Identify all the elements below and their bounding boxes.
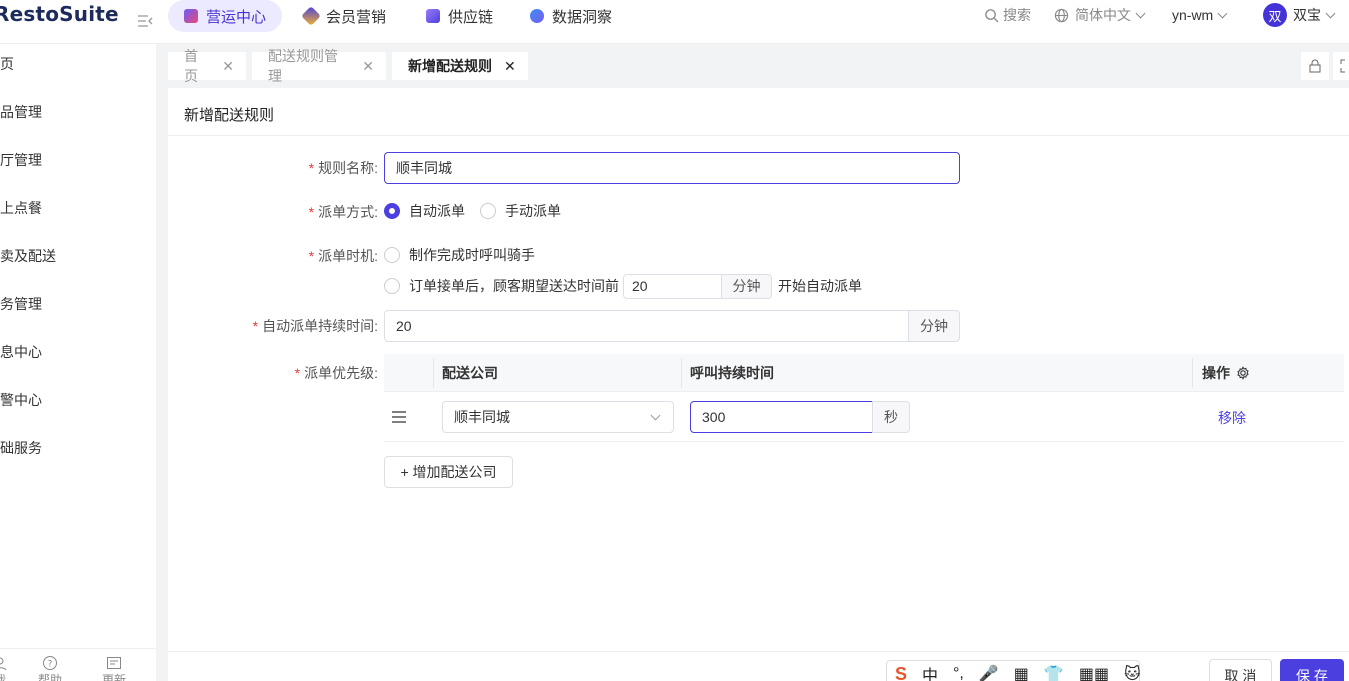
ime-mascot-icon[interactable]: 🐱: [1124, 664, 1141, 681]
top-bar: RestoSuite 营运中心 会员营销 供应链 数据洞察 搜索 简体中文 yn…: [0, 0, 1349, 44]
sidebar-item-basic-services[interactable]: 基础服务: [0, 438, 42, 458]
rule-name-label: * 规则名称:: [308, 160, 378, 176]
operations-icon: [184, 9, 198, 23]
sidebar-item-messages[interactable]: 消息中心: [0, 342, 42, 362]
chevron-down-icon: [1217, 8, 1228, 18]
search-icon: [985, 8, 999, 23]
page-title: 新增配送规则: [184, 107, 275, 124]
divider: [168, 135, 1349, 136]
priority-label: * 派单优先级:: [294, 365, 378, 381]
drag-handle-icon[interactable]: [391, 410, 407, 424]
radio-unchecked-icon: [384, 278, 400, 294]
column-separator: [681, 358, 682, 388]
remove-company-link[interactable]: 移除: [1218, 408, 1246, 428]
sidebar-item-alerts[interactable]: 预警中心: [0, 390, 42, 410]
user-menu[interactable]: 双 双宝: [1263, 0, 1336, 30]
column-header-company: 配送公司: [442, 365, 498, 381]
chevron-down-icon: [1135, 8, 1146, 18]
ime-toolbar: S 中 °, 🎤 ▦ 👕 ▦▦ 🐱: [886, 660, 1141, 681]
supply-chain-icon: [426, 9, 440, 23]
data-insight-icon: [530, 9, 544, 23]
update-button[interactable]: 更新: [102, 649, 126, 681]
form-footer: [168, 651, 1349, 681]
cancel-button[interactable]: 取 消: [1209, 659, 1272, 681]
user-icon: [0, 657, 7, 671]
help-icon: ?: [43, 656, 57, 670]
auto-duration-unit-addon: 分钟: [908, 310, 960, 342]
ime-keyboard-icon[interactable]: ▦: [1014, 664, 1029, 681]
rule-name-input[interactable]: 顺丰同城: [384, 152, 960, 184]
priority-table-header: 配送公司 呼叫持续时间 操作: [384, 354, 1344, 392]
close-icon[interactable]: ✕: [222, 58, 234, 75]
lock-icon: [1309, 59, 1321, 73]
radio-unchecked-icon: [384, 247, 400, 263]
user-button[interactable]: 我: [0, 649, 8, 681]
sidebar: 首页 商品管理 餐厅管理 线上点餐 外卖及配送 财务管理 消息中心 预警中心 基…: [0, 44, 156, 681]
ime-toolbox-icon[interactable]: ▦▦: [1079, 664, 1109, 681]
tab-home[interactable]: 首页 ✕: [168, 48, 246, 84]
search-button[interactable]: 搜索: [984, 0, 1031, 30]
globe-icon: [1054, 8, 1069, 22]
sidebar-item-restaurants[interactable]: 餐厅管理: [0, 150, 42, 170]
ime-skin-icon[interactable]: 👕: [1044, 664, 1064, 681]
auto-duration-label: * 自动派单持续时间:: [252, 318, 378, 334]
save-button[interactable]: 保 存: [1280, 659, 1344, 681]
ime-logo-icon[interactable]: S: [895, 664, 907, 681]
avatar: 双: [1263, 3, 1287, 27]
sidebar-item-delivery[interactable]: 外卖及配送: [0, 246, 56, 266]
radio-unchecked-icon: [480, 203, 496, 219]
sidebar-item-finance[interactable]: 财务管理: [0, 294, 42, 314]
sidebar-item-products[interactable]: 商品管理: [0, 102, 42, 122]
topnav-member-marketing[interactable]: 会员营销: [288, 0, 402, 32]
call-duration-unit-addon: 秒: [872, 401, 910, 433]
radio-manual-dispatch[interactable]: 手动派单: [480, 201, 561, 221]
svg-text:?: ?: [48, 660, 53, 670]
fullscreen-button[interactable]: [1333, 52, 1349, 80]
column-separator: [433, 358, 434, 388]
timing-unit-addon: 分钟: [721, 274, 772, 299]
chevron-down-icon: [1325, 8, 1336, 18]
radio-timing-before-expected[interactable]: 订单接单后，顾客期望送达时间前: [384, 276, 619, 296]
table-row: 顺丰同城 300 秒 移除: [384, 392, 1344, 442]
collapse-menu-icon[interactable]: [137, 13, 153, 29]
radio-auto-dispatch[interactable]: 自动派单: [384, 201, 465, 221]
language-selector[interactable]: 简体中文: [1054, 0, 1146, 30]
topnav-data-insight[interactable]: 数据洞察: [514, 0, 628, 32]
dispatch-timing-label: * 派单时机:: [308, 248, 378, 264]
app-logo[interactable]: RestoSuite: [0, 2, 119, 26]
fullscreen-icon: [1340, 59, 1349, 73]
topnav-operations[interactable]: 营运中心: [168, 0, 283, 32]
store-selector[interactable]: yn-wm: [1172, 0, 1228, 30]
close-icon[interactable]: ✕: [504, 58, 516, 75]
sidebar-item-home[interactable]: 首页: [0, 54, 14, 74]
sidebar-item-online-ordering[interactable]: 线上点餐: [0, 198, 42, 218]
radio-timing-on-complete[interactable]: 制作完成时呼叫骑手: [384, 245, 535, 265]
add-company-button[interactable]: + 增加配送公司: [384, 456, 513, 488]
tab-new-delivery-rule[interactable]: 新增配送规则 ✕: [392, 52, 528, 80]
close-icon[interactable]: ✕: [362, 58, 374, 75]
timing-minutes-input[interactable]: 20: [623, 274, 723, 299]
update-icon: [107, 657, 121, 669]
ime-voice-icon[interactable]: 🎤: [979, 664, 999, 681]
column-separator: [1192, 358, 1193, 388]
company-select[interactable]: 顺丰同城: [442, 401, 674, 433]
radio-checked-icon: [384, 203, 400, 219]
settings-icon[interactable]: [1236, 366, 1250, 380]
member-icon: [301, 6, 321, 26]
column-header-duration: 呼叫持续时间: [690, 365, 774, 381]
topnav-supply-chain[interactable]: 供应链: [410, 0, 509, 32]
ime-punctuation-toggle[interactable]: °,: [953, 665, 964, 681]
dispatch-mode-label: * 派单方式:: [308, 204, 378, 220]
ime-language-toggle[interactable]: 中: [922, 662, 938, 681]
auto-duration-input[interactable]: 20: [384, 310, 909, 342]
help-button[interactable]: ? 帮助: [38, 649, 62, 681]
tab-delivery-rules[interactable]: 配送规则管理 ✕: [252, 48, 386, 84]
column-header-action: 操作: [1202, 354, 1250, 392]
sidebar-footer: 我 ? 帮助 更新: [0, 648, 156, 681]
call-duration-input[interactable]: 300: [690, 401, 874, 433]
timing-suffix-text: 开始自动派单: [778, 278, 862, 294]
lock-tabs-button[interactable]: [1301, 52, 1329, 80]
